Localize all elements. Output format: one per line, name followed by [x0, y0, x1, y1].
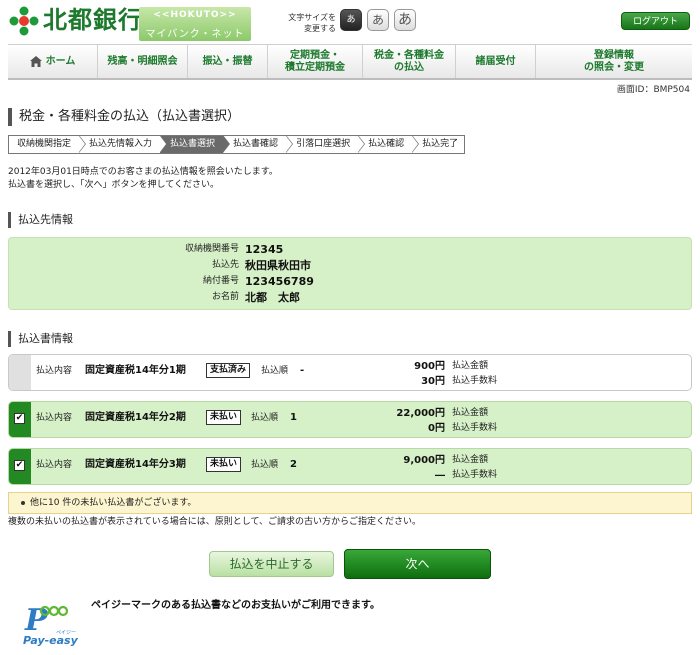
unpaid-notice: 他に10 件の未払い払込書がございます。 — [8, 492, 692, 514]
nav-time-deposit[interactable]: 定期預金・ 積立定期預金 — [268, 45, 363, 78]
main-nav: ホーム 残高・明細照会 振込・振替 定期預金・ 積立定期預金 税金・各種料金 の… — [8, 44, 692, 80]
bill-row-unpaid[interactable]: ✔ 払込内容 固定資産税14年分2期 未払い 払込順 1 22,000円 払込金… — [8, 401, 692, 438]
status-badge: 支払済み — [206, 363, 251, 378]
bill-section-title: 払込書情報 — [8, 331, 692, 347]
step-1: 収納機関指定 — [8, 135, 87, 154]
bill-check-area — [9, 355, 31, 390]
nav-home[interactable]: ホーム — [8, 45, 98, 78]
bullet-icon — [21, 500, 25, 505]
cancel-payment-button[interactable]: 払込を中止する — [209, 551, 334, 577]
font-size-label: 文字サイズを 変更する — [288, 13, 336, 33]
payee-row: 収納機関番号 12345 — [184, 243, 284, 256]
nav-transfer[interactable]: 振込・振替 — [188, 45, 268, 78]
nav-applications[interactable]: 諸届受付 — [456, 45, 536, 78]
bill-checkbox[interactable]: ✔ — [14, 460, 25, 471]
bill-fee: 0円 — [428, 423, 445, 434]
progress-steps: 収納機関指定 払込先情報入力 払込書選択 払込書確認 引落口座選択 払込確認 払… — [8, 135, 466, 154]
payee-row: 払込先 秋田県秋田市 — [211, 259, 311, 272]
bill-row-unpaid[interactable]: ✔ 払込内容 固定資産税14年分3期 未払い 払込順 2 9,000円 払込金額… — [8, 448, 692, 485]
bill-order: - — [300, 365, 305, 376]
payee-info-box: 収納機関番号 12345 払込先 秋田県秋田市 納付番号 123456789 お… — [8, 237, 692, 310]
service-banner-jp: マイバンク・ネット — [145, 29, 245, 40]
bill-row-paid: 払込内容 固定資産税14年分1期 支払済み 払込順 - 900円 払込金額 30… — [8, 354, 692, 391]
service-banner: <<HOKUTO>> マイバンク・ネット — [139, 7, 251, 41]
payeasy-description: ペイジーマークのある払込書などのお支払いがご利用できます。 — [91, 600, 380, 611]
intro-text: 2012年03月01日時点でのお客さまの払込情報を照会いたします。 払込書を選択… — [8, 167, 278, 190]
status-badge: 未払い — [206, 410, 242, 425]
page-title: 税金・各種料金の払込（払込書選択） — [8, 108, 692, 126]
bill-amount: 9,000円 — [403, 455, 445, 466]
payee-row: お名前 北都 太郎 — [211, 291, 300, 304]
bill-content: 固定資産税14年分2期 — [85, 412, 186, 423]
bill-content: 固定資産税14年分3期 — [85, 459, 186, 470]
next-button[interactable]: 次へ — [344, 549, 491, 579]
logout-button[interactable]: ログアウト — [621, 12, 690, 30]
step-5: 引落口座選択 — [286, 135, 366, 154]
bill-checkbox[interactable]: ✔ — [14, 413, 25, 424]
bill-order: 1 — [290, 412, 297, 423]
status-badge: 未払い — [206, 457, 242, 472]
bank-logo-icon — [9, 6, 39, 36]
bill-amount: 900円 — [414, 361, 445, 372]
svg-text:P: P — [24, 603, 49, 638]
bill-content: 固定資産税14年分1期 — [85, 365, 186, 376]
bill-fee: 30円 — [421, 376, 445, 387]
header: 北都銀行 <<HOKUTO>> マイバンク・ネット 文字サイズを 変更する あ … — [0, 0, 700, 44]
payeasy-brand: Pay-easy — [23, 634, 79, 646]
bank-name: 北都銀行 — [43, 5, 143, 34]
bank-logo[interactable]: 北都銀行 <<HOKUTO>> マイバンク・ネット — [9, 4, 251, 42]
nav-home-label: ホーム — [45, 55, 76, 67]
bill-check-area: ✔ — [9, 402, 31, 437]
order-note: 複数の未払いの払込書が表示されている場合には、原則として、ご請求の古い方からご指… — [8, 517, 422, 527]
screen-id: 画面ID：BMP504 — [616, 85, 690, 95]
bill-amount: 22,000円 — [396, 408, 445, 419]
payee-section-title: 払込先情報 — [8, 212, 692, 228]
step-2: 払込先情報入力 — [79, 135, 168, 154]
payee-row: 納付番号 123456789 — [202, 275, 314, 288]
font-size-medium-button[interactable]: あ — [367, 9, 389, 31]
nav-balance[interactable]: 残高・明細照会 — [98, 45, 188, 78]
payeasy-logo-icon: P ペイジー Pay-easy — [23, 603, 79, 646]
step-3-current: 払込書選択 — [160, 135, 231, 154]
home-icon — [29, 56, 42, 67]
step-4: 払込書確認 — [223, 135, 294, 154]
font-size-large-button[interactable]: あ — [394, 9, 416, 31]
font-size-small-button[interactable]: あ — [340, 9, 362, 31]
service-banner-en: <<HOKUTO>> — [153, 10, 237, 20]
bill-check-area: ✔ — [9, 449, 31, 484]
step-7: 払込完了 — [412, 135, 466, 154]
nav-tax-payment[interactable]: 税金・各種料金 の払込 — [363, 45, 456, 78]
bill-fee: ― — [435, 470, 445, 481]
nav-registration[interactable]: 登録情報 の照会・変更 — [536, 45, 692, 78]
step-6: 払込確認 — [358, 135, 420, 154]
bill-order: 2 — [290, 459, 297, 470]
